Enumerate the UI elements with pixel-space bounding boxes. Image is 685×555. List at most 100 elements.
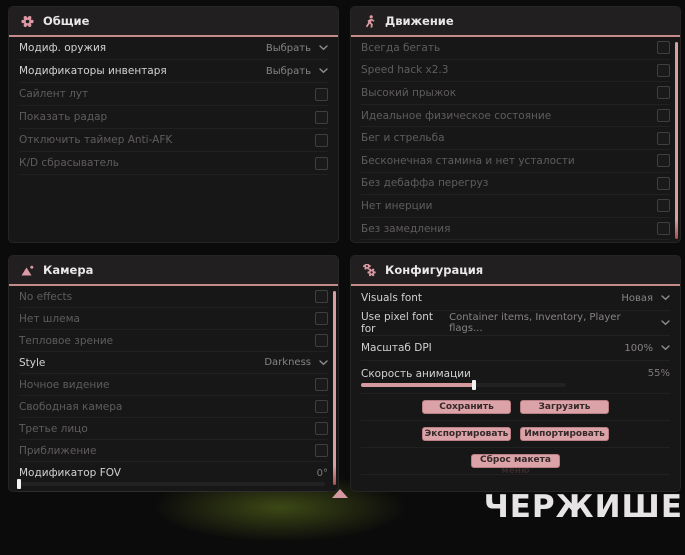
panel-movement-header[interactable]: Движение [351, 7, 680, 37]
dropdown[interactable]: 100% [624, 343, 670, 354]
checkbox[interactable] [657, 63, 670, 77]
row-label: Модификатор FOV [19, 467, 121, 479]
row-checkbox: Тепловое зрение [19, 330, 328, 352]
checkbox[interactable] [657, 131, 670, 145]
gear-icon [21, 15, 34, 28]
row-checkbox: Нет шлема [19, 308, 328, 330]
row-label: Идеальное физическое состояние [361, 109, 552, 122]
dropdown-value: Новая [621, 292, 653, 304]
import-button[interactable]: Импортировать [520, 427, 609, 441]
checkbox[interactable] [657, 176, 670, 190]
checkbox[interactable] [657, 199, 670, 213]
checkbox[interactable] [657, 154, 670, 168]
row-slider: Модификатор FOV 0° [17, 462, 328, 492]
checkbox[interactable] [315, 334, 328, 347]
panel-movement-rows: Всегда бегать Speed hack x2.3 Высокий прыж… [351, 37, 680, 241]
dropdown-value: Darkness [264, 357, 311, 368]
save-button[interactable]: Сохранить [422, 400, 511, 414]
row-label: Отключить таймер Anti-AFK [19, 134, 173, 146]
slider[interactable] [17, 479, 325, 489]
slider-fill [361, 382, 474, 387]
row-label: Показать радар [19, 111, 108, 123]
row-label: Style [19, 356, 46, 369]
row-checkbox: Бег и стрельба [361, 127, 670, 150]
panel-configuration: Конфигурация Visuals font Новая Use pixel … [350, 255, 681, 492]
checkbox[interactable] [315, 444, 328, 457]
dropdown-value: Выбрать [265, 42, 311, 54]
checkbox[interactable] [315, 312, 328, 325]
row-checkbox: Ночное видение [19, 374, 328, 396]
dropdown[interactable]: Darkness [264, 357, 328, 368]
panel-camera-header[interactable]: Камера [9, 256, 338, 286]
panel-camera-rows: No effects Нет шлема Тепловое зрение Style D… [9, 286, 338, 492]
dropdown-value: 100% [624, 342, 653, 354]
row-label: Без замедления [361, 222, 451, 235]
chevron-down-icon [661, 345, 670, 351]
panel-configuration-header[interactable]: Конфигурация [351, 256, 680, 286]
dropdown-value: Выбрать [265, 65, 311, 77]
dropdown[interactable]: Выбрать [266, 43, 328, 54]
panel-configuration-buttons: Сохранить Загрузить Экспортировать Импортир… [351, 394, 680, 476]
slider-value: 0° [316, 467, 328, 479]
chevron-down-icon [661, 295, 670, 301]
row-checkbox: Без замедления [361, 218, 670, 241]
row-checkbox: Всегда бегать [361, 37, 670, 60]
checkbox[interactable] [315, 422, 328, 435]
scrollbar[interactable] [675, 42, 678, 239]
export-button[interactable]: Экспортировать [422, 427, 511, 441]
dropdown[interactable]: Выбрать [266, 66, 328, 77]
row-label: Сайлент лут [19, 88, 89, 100]
checkbox[interactable] [657, 109, 670, 123]
row-dropdown: Visuals font Новая [361, 286, 670, 311]
slider-handle[interactable] [17, 479, 21, 489]
panel-general-header[interactable]: Общие [9, 7, 338, 37]
row-label: Всегда бегать [361, 41, 441, 54]
row-checkbox: К/D сбрасыватель [19, 152, 328, 175]
scrollbar[interactable] [333, 291, 336, 485]
row-checkbox: Идеальное физическое состояние [361, 105, 670, 128]
button-row: Сохранить Загрузить [361, 394, 670, 421]
chevron-down-icon [661, 320, 670, 326]
row-checkbox: Отключить таймер Anti-AFK [19, 129, 328, 152]
checkbox[interactable] [315, 133, 328, 147]
row-dropdown: Use pixel font for Container items, Inven… [361, 311, 670, 336]
row-label: Ночное видение [19, 378, 110, 391]
checkbox[interactable] [657, 222, 670, 236]
dropdown[interactable]: Новая [621, 293, 670, 304]
chevron-down-icon [319, 45, 328, 51]
checkbox[interactable] [315, 400, 328, 413]
checkbox[interactable] [315, 290, 328, 303]
row-checkbox: Speed hack x2.3 [361, 60, 670, 83]
checkbox[interactable] [657, 86, 670, 100]
checkbox[interactable] [315, 87, 328, 101]
row-checkbox: Нет инерции [361, 195, 670, 218]
watermark-text: ЧЕРЖИШЕ [483, 489, 683, 525]
row-label: Бесконечная стамина и нет усталости [361, 154, 575, 167]
row-checkbox: Показать радар [19, 106, 328, 129]
checkbox[interactable] [315, 110, 328, 124]
checkbox[interactable] [657, 41, 670, 55]
checkbox[interactable] [315, 156, 328, 170]
row-label: Бег и стрельба [361, 132, 445, 145]
row-label: Масштаб DPI [361, 342, 432, 354]
slider[interactable] [361, 379, 566, 390]
panel-general: Общие Модиф. оружия Выбрать Модификаторы и… [8, 6, 339, 243]
checkbox[interactable] [315, 378, 328, 391]
button-row: Экспортировать Импортировать [361, 421, 670, 448]
dropdown[interactable]: Container items, Inventory, Player flags… [449, 312, 670, 334]
image-icon [21, 264, 34, 277]
row-checkbox: No effects [19, 286, 328, 308]
row-label: Скорость анимации [361, 367, 471, 380]
reset-menu-layout-button[interactable]: Сброс макета меню [471, 454, 560, 476]
panel-movement: Движение Всегда бегать Speed hack x2.3 Выс… [350, 6, 681, 243]
dropdown-value: Container items, Inventory, Player flags… [449, 312, 621, 334]
load-button[interactable]: Загрузить [520, 400, 609, 414]
row-label: Третье лицо [19, 422, 88, 435]
row-dropdown: Style Darkness [19, 352, 328, 374]
row-checkbox: Приближение [19, 440, 328, 462]
row-label: Visuals font [361, 292, 423, 304]
button-row: Сброс макета меню [361, 448, 670, 476]
slider-handle[interactable] [471, 379, 476, 390]
panel-general-rows: Модиф. оружия Выбрать Модификаторы инвента… [9, 37, 338, 175]
panel-title: Движение [385, 14, 454, 28]
